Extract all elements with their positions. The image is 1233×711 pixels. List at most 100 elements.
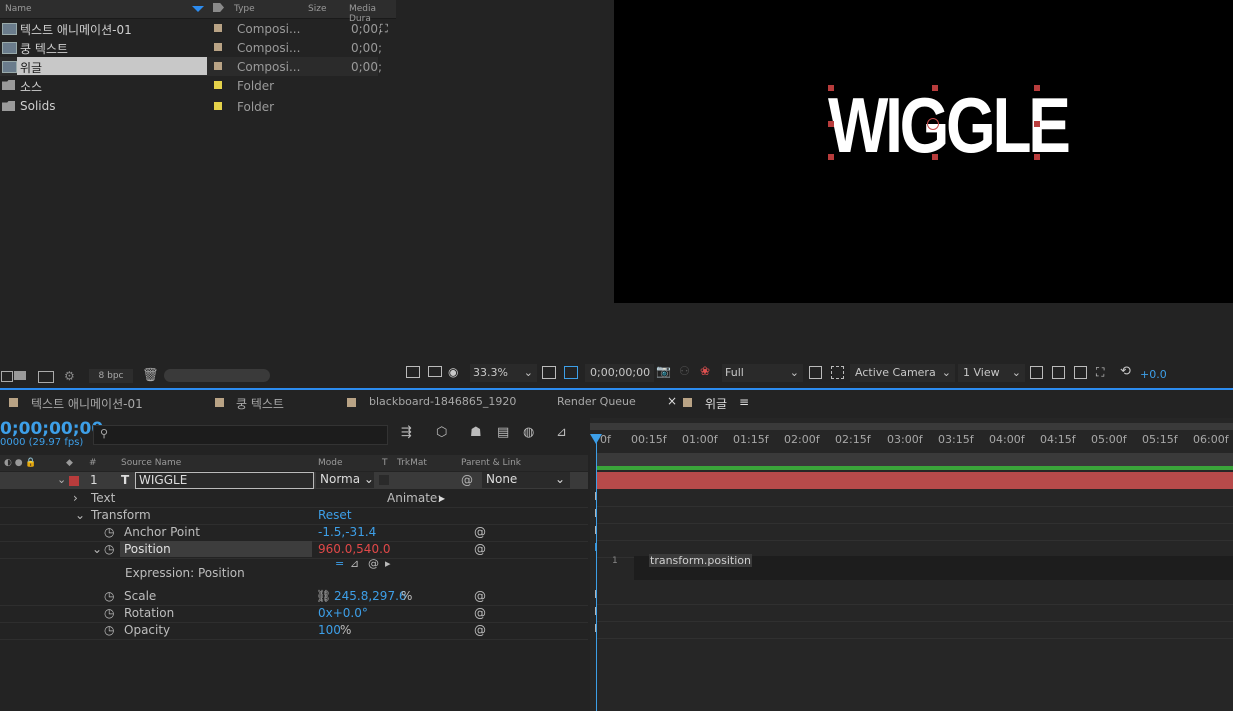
transform-handle[interactable] (828, 85, 834, 91)
transform-handle[interactable] (932, 85, 938, 91)
draft-3d-icon[interactable]: ⬡ (436, 425, 447, 440)
label-swatch[interactable] (214, 43, 222, 51)
monitor-icon[interactable] (428, 366, 442, 377)
exposure-value[interactable]: +0.0 (1140, 368, 1167, 381)
pick-whip-icon[interactable]: @ (474, 606, 486, 620)
project-item[interactable]: 텍스트 애니메이션-01 Composi... 0;00; ⛶ (0, 19, 388, 38)
snapshot-camera-icon[interactable]: 📷 (656, 364, 671, 378)
animate-menu-icon[interactable]: ▸ (439, 491, 445, 505)
magnification-dropdown[interactable]: 33.3% ⌄ (470, 364, 537, 382)
preserve-transparency-box[interactable] (379, 475, 389, 485)
layer-label-swatch[interactable] (69, 476, 79, 486)
region-of-interest-icon[interactable] (809, 366, 822, 379)
color-channels-icon[interactable]: ❀ (700, 364, 710, 378)
stopwatch-icon[interactable]: ◷ (104, 623, 114, 637)
flowchart-icon[interactable]: ⛶ (380, 22, 388, 36)
expand-chevron-icon[interactable]: › (73, 491, 78, 505)
work-area-bar[interactable] (596, 453, 1233, 467)
opacity-value[interactable]: 100 (318, 623, 341, 637)
tab-comp-wiggle[interactable]: 위글 (705, 395, 727, 412)
transform-handle[interactable] (1034, 121, 1040, 127)
property-position[interactable]: ⌄ ◷ Position 960.0,540.0 @ (0, 541, 588, 559)
resolution-grid-icon[interactable] (542, 366, 556, 379)
audio-video-toggle-icon[interactable]: ◐ ● 🔒 (4, 458, 37, 468)
shy-layers-icon[interactable]: ☗ (470, 425, 482, 440)
horizontal-scrollbar[interactable] (164, 369, 270, 382)
new-composition-icon[interactable] (38, 371, 54, 383)
col-type[interactable]: Type (234, 4, 255, 14)
current-time-field[interactable]: 0;00;00;00 (585, 364, 654, 382)
transform-handle[interactable] (1034, 85, 1040, 91)
pick-whip-icon[interactable]: @ (474, 525, 486, 539)
reset-exposure-icon[interactable]: ⟲ (1120, 364, 1131, 379)
mask-visibility-icon[interactable]: ◉ (448, 365, 458, 379)
anchor-point-value[interactable]: -1.5,-31.4 (318, 525, 376, 539)
col-mode[interactable]: Mode (318, 458, 343, 468)
trash-icon[interactable]: 🗑 (142, 368, 159, 383)
graph-editor-icon[interactable]: ⊿ (556, 425, 567, 440)
tab-menu-icon[interactable]: ≡ (739, 395, 749, 409)
flowchart-icon[interactable]: ⛶ (1096, 365, 1104, 380)
label-swatch[interactable] (214, 24, 222, 32)
pick-whip-icon[interactable]: @ (474, 623, 486, 637)
resolution-dropdown[interactable]: Full ⌄ (722, 364, 803, 382)
reset-transform-button[interactable]: Reset (318, 508, 352, 522)
property-text[interactable]: › Text Animate: ▸ (0, 490, 588, 508)
label-swatch[interactable] (214, 62, 222, 70)
view-layout-dropdown[interactable]: 1 View ⌄ (958, 364, 1025, 382)
collapse-chevron-icon[interactable]: ⌄ (92, 542, 102, 556)
property-transform[interactable]: ⌄ Transform Reset (0, 507, 588, 525)
constrain-proportions-icon[interactable]: ⛓ (316, 589, 331, 603)
composition-mini-flowchart-icon[interactable]: ⇶ (401, 425, 412, 440)
project-item-selected[interactable]: 위글 Composi... 0;00; (0, 57, 382, 76)
toggle-transparency-icon[interactable] (831, 366, 844, 379)
sort-arrow-icon[interactable] (192, 6, 204, 12)
tab-comp-blackboard[interactable]: blackboard-1846865_1920 (369, 395, 516, 408)
pick-whip-icon[interactable]: @ (474, 589, 486, 603)
layer-name-field[interactable]: WIGGLE (135, 472, 314, 489)
transform-handle[interactable] (828, 154, 834, 160)
new-folder-icon[interactable] (14, 371, 26, 380)
timeline-icon[interactable] (1074, 366, 1087, 379)
transform-handle[interactable] (828, 121, 834, 127)
label-tag-icon[interactable] (213, 3, 224, 12)
fast-previews-icon[interactable] (1052, 366, 1065, 379)
project-item[interactable]: 소스 Folder (0, 76, 378, 95)
stopwatch-icon[interactable]: ◷ (104, 525, 114, 539)
show-snapshot-icon[interactable]: ⚇ (679, 364, 690, 378)
blend-mode-dropdown[interactable]: Norma ⌄ (316, 472, 374, 488)
toggle-pixel-aspect-icon[interactable] (1030, 366, 1043, 379)
always-preview-icon[interactable] (406, 366, 420, 378)
expression-language-menu-icon[interactable]: ▸ (385, 557, 391, 570)
col-size[interactable]: Size (308, 4, 326, 14)
label-swatch[interactable] (214, 81, 222, 89)
time-navigator[interactable] (590, 423, 1233, 430)
transform-handle[interactable] (932, 154, 938, 160)
pick-whip-icon[interactable]: @ (461, 473, 473, 487)
tab-comp-text-animation[interactable]: 텍스트 애니메이션-01 (31, 395, 143, 412)
transform-handle[interactable] (1034, 154, 1040, 160)
camera-dropdown[interactable]: Active Camera ⌄ (850, 364, 955, 382)
frame-blending-icon[interactable]: ▤ (497, 425, 509, 440)
stopwatch-icon[interactable]: ◷ (104, 606, 114, 620)
label-tag-icon[interactable]: ◆ (66, 458, 73, 468)
col-name[interactable]: Name (5, 4, 32, 14)
expression-graph-icon[interactable]: ⊿ (350, 557, 359, 570)
layer-duration-bar[interactable] (596, 472, 1233, 489)
current-time-indicator[interactable] (596, 434, 597, 711)
property-anchor-point[interactable]: ◷ Anchor Point -1.5,-31.4 @ (0, 524, 588, 542)
col-trkmat[interactable]: TrkMat (397, 458, 427, 468)
transparency-grid-icon[interactable] (564, 366, 578, 379)
stopwatch-icon[interactable]: ◷ (104, 542, 114, 556)
layer-search-input[interactable]: ⚲ (93, 425, 388, 445)
timeline-current-time[interactable]: 0;00;00;00 (0, 419, 103, 439)
playhead-icon[interactable] (590, 434, 602, 444)
col-source-name[interactable]: Source Name (121, 458, 181, 468)
expression-enable-icon[interactable]: = (335, 557, 344, 570)
close-tab-icon[interactable]: × (667, 394, 677, 408)
collapse-chevron-icon[interactable]: ⌄ (75, 508, 85, 522)
pick-whip-icon[interactable]: @ (474, 542, 486, 556)
position-value[interactable]: 960.0,540.0 (318, 542, 391, 556)
bpc-button[interactable]: 8 bpc (89, 369, 133, 383)
anchor-point-icon[interactable] (927, 118, 939, 130)
